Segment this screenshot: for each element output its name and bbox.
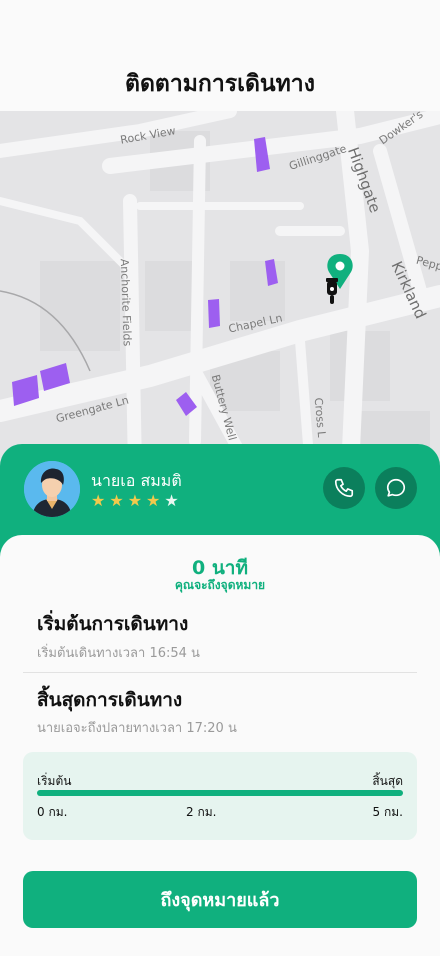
driver-avatar [24,461,80,517]
chat-button[interactable] [375,467,417,509]
progress-end-label: สิ้นสุด [372,774,403,788]
phone-icon [334,478,354,498]
star-icon: ★ [109,491,128,510]
star-icon: ★ [164,491,183,510]
distance-tick: 0 กม. [37,805,68,819]
distance-tick: 2 กม. [186,805,217,819]
driver-rating: ★★★★★ [91,491,183,510]
map-view[interactable]: Rock View Gillinggate Dowker's Highgate … [0,111,440,471]
star-icon: ★ [91,491,110,510]
trip-end-time: นายเอจะถึงปลายทางเวลา 17:20 น [37,721,237,736]
eta-caption: คุณจะถึงจุดหมาย [174,578,266,592]
arrived-button[interactable]: ถึงจุดหมายแล้ว [23,871,417,928]
section-divider [23,672,417,673]
trip-end-title: สิ้นสุดการเดินทาง [37,689,183,711]
chat-bubble-icon [386,478,406,497]
star-icon: ★ [146,491,165,510]
distance-progress-bar [37,790,403,796]
trip-start-time: เริ่มต้นเดินทางเวลา 16:54 น [37,646,200,661]
progress-start-label: เริ่มต้น [37,774,72,788]
trip-start-title: เริ่มต้นการเดินทาง [37,613,189,635]
distance-tick: 5 กม. [372,805,403,819]
page-title: ติดตามการเดินทาง [125,71,315,97]
distance-progress-card [23,752,417,840]
header-bar: ติดตามการเดินทาง [0,0,440,111]
star-icon: ★ [127,491,147,510]
call-button[interactable] [323,467,365,509]
distance-progress-fill [37,790,403,796]
